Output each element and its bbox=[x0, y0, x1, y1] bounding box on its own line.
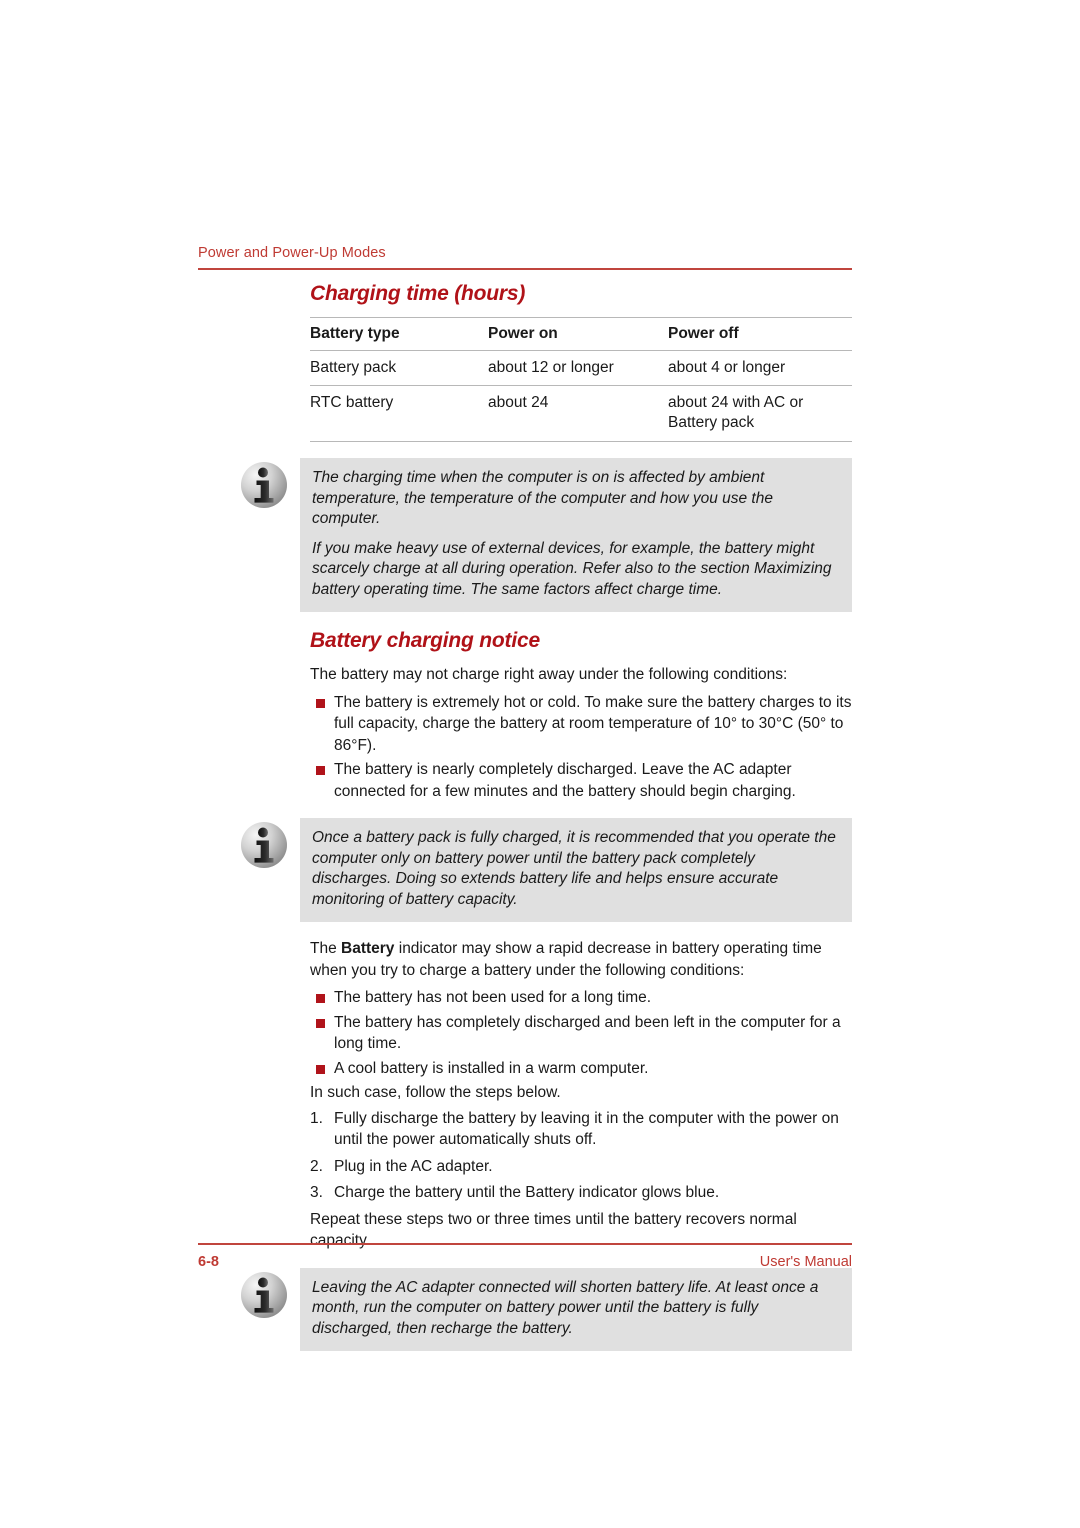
battery-indicator-paragraph: The Battery indicator may show a rapid d… bbox=[310, 938, 852, 981]
footer-manual-label: User's Manual bbox=[759, 1254, 852, 1270]
footer-row: 6-8 User's Manual bbox=[198, 1254, 852, 1270]
list-item: The battery is nearly completely dischar… bbox=[310, 759, 852, 802]
list-item: The battery has not been used for a long… bbox=[310, 987, 852, 1009]
step-number: 1. bbox=[310, 1109, 323, 1127]
list-item: A cool battery is installed in a warm co… bbox=[310, 1058, 852, 1080]
list-item: The battery has completely discharged an… bbox=[310, 1012, 852, 1055]
list-item-text: The battery is extremely hot or cold. To… bbox=[334, 693, 852, 754]
table-cell: Battery pack bbox=[310, 350, 488, 386]
step-text: Charge the battery until the Battery ind… bbox=[334, 1184, 720, 1201]
note-body: Leaving the AC adapter connected will sh… bbox=[300, 1267, 852, 1351]
step-number: 2. bbox=[310, 1157, 323, 1175]
section-title-charging-time: Charging time (hours) bbox=[310, 282, 526, 305]
manual-page: Power and Power-Up Modes Charging time (… bbox=[0, 0, 1080, 1528]
running-header-text: Power and Power-Up Modes bbox=[198, 245, 386, 261]
indicator-prefix: The bbox=[310, 940, 342, 957]
note-paragraph: Once a battery pack is fully charged, it… bbox=[312, 829, 836, 908]
note-box-ac-adapter: Leaving the AC adapter connected will sh… bbox=[241, 1267, 852, 1351]
list-item-text: The battery is nearly completely dischar… bbox=[334, 761, 796, 800]
info-icon bbox=[238, 819, 290, 871]
page-content: Charging time (hours) Battery type Power… bbox=[241, 281, 852, 1367]
list-item: 3. Charge the battery until the Battery … bbox=[310, 1182, 852, 1204]
note-paragraph: Leaving the AC adapter connected will sh… bbox=[312, 1278, 819, 1337]
list-item-text: A cool battery is installed in a warm co… bbox=[334, 1059, 649, 1077]
table-header-cell: Battery type bbox=[310, 317, 488, 351]
table-cell: about 12 or longer bbox=[488, 350, 668, 386]
list-item-text: The battery has completely discharged an… bbox=[334, 1013, 841, 1053]
note-body: Once a battery pack is fully charged, it… bbox=[300, 818, 852, 922]
table-cell: about 4 or longer bbox=[668, 350, 852, 386]
table-header-cell: Power off bbox=[668, 317, 852, 351]
info-icon bbox=[238, 1269, 290, 1321]
note-box-fully-charged: Once a battery pack is fully charged, it… bbox=[241, 818, 852, 922]
steps-intro-paragraph: In such case, follow the steps below. bbox=[310, 1084, 561, 1101]
table-cell: RTC battery bbox=[310, 385, 488, 442]
list-item: The battery is extremely hot or cold. To… bbox=[310, 692, 852, 757]
section-title-battery-charging-notice: Battery charging notice bbox=[310, 629, 540, 652]
square-bullet-icon bbox=[316, 766, 325, 775]
footer-rule bbox=[198, 1243, 852, 1245]
indicator-conditions-list: The battery has not been used for a long… bbox=[310, 987, 852, 1079]
table-header-row: Battery type Power on Power off bbox=[310, 317, 852, 351]
charging-time-table: Battery type Power on Power off Battery … bbox=[310, 317, 852, 442]
note-box-charging-time: The charging time when the computer is o… bbox=[241, 458, 852, 612]
list-item: 2. Plug in the AC adapter. bbox=[310, 1156, 852, 1178]
page-footer: 6-8 User's Manual bbox=[198, 1243, 852, 1270]
note-paragraph: The charging time when the computer is o… bbox=[312, 469, 773, 527]
step-text: Plug in the AC adapter. bbox=[334, 1157, 493, 1175]
table-row: Battery pack about 12 or longer about 4 … bbox=[310, 350, 852, 386]
table-cell: about 24 with AC or Battery pack bbox=[668, 385, 852, 442]
square-bullet-icon bbox=[316, 1018, 325, 1028]
square-bullet-icon bbox=[316, 1064, 325, 1074]
table-row: RTC battery about 24 about 24 with AC or… bbox=[310, 385, 852, 442]
square-bullet-icon bbox=[316, 994, 325, 1003]
header-rule bbox=[198, 268, 852, 270]
step-number: 3. bbox=[310, 1184, 323, 1201]
notice-intro-paragraph: The battery may not charge right away un… bbox=[310, 666, 788, 683]
list-item-text: The battery has not been used for a long… bbox=[334, 989, 652, 1006]
list-item: 1. Fully discharge the battery by leavin… bbox=[310, 1108, 852, 1151]
conditions-list: The battery is extremely hot or cold. To… bbox=[310, 692, 852, 803]
step-text: Fully discharge the battery by leaving i… bbox=[334, 1109, 839, 1149]
running-header: Power and Power-Up Modes bbox=[198, 244, 852, 270]
table-cell: about 24 bbox=[488, 385, 668, 442]
table-header-cell: Power on bbox=[488, 317, 668, 351]
note-paragraph: If you make heavy use of external device… bbox=[312, 539, 832, 598]
square-bullet-icon bbox=[316, 698, 325, 708]
info-icon bbox=[238, 459, 290, 511]
footer-page-number: 6-8 bbox=[198, 1254, 219, 1270]
recovery-steps-list: 1. Fully discharge the battery by leavin… bbox=[310, 1108, 852, 1204]
indicator-bold-term: Battery bbox=[341, 940, 395, 957]
note-body: The charging time when the computer is o… bbox=[300, 458, 852, 612]
